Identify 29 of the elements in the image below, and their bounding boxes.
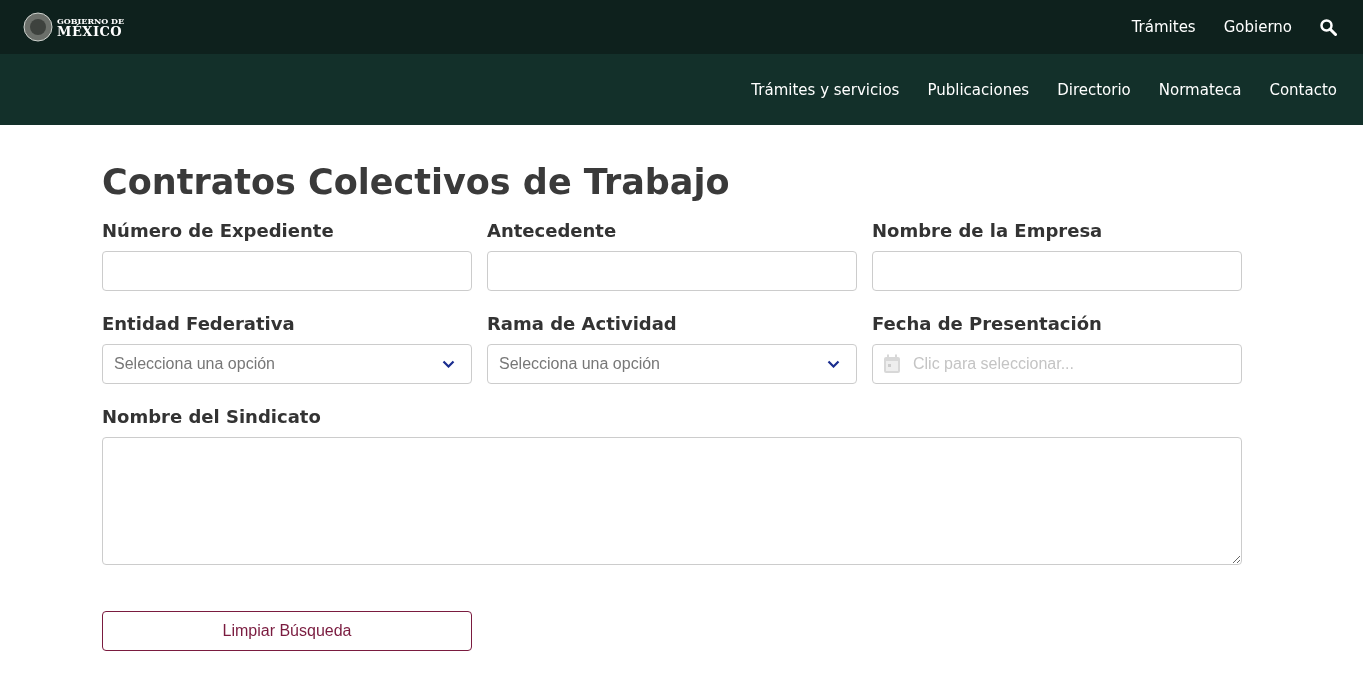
- field-label: Número de Expediente: [102, 220, 335, 241]
- input-field[interactable]: [872, 251, 1242, 291]
- input-field[interactable]: [102, 251, 472, 291]
- nav-link[interactable]: Publicaciones: [927, 80, 1030, 99]
- header-link[interactable]: Trámites: [1131, 18, 1196, 36]
- page-title: Contratos Colectivos de Trabajo: [102, 161, 731, 203]
- field-label: Antecedente: [487, 220, 618, 241]
- chevron-icon: [827, 360, 840, 368]
- dropdown[interactable]: Selecciona una opción: [487, 344, 857, 384]
- search-icon[interactable]: [1320, 18, 1337, 36]
- text-area[interactable]: [102, 437, 1242, 565]
- field-label: Nombre del Sindicato: [102, 406, 322, 427]
- clear-search-button[interactable]: Limpiar Búsqueda: [102, 611, 472, 651]
- input-field[interactable]: [487, 251, 857, 291]
- field-label: Nombre de la Empresa: [872, 220, 1104, 241]
- nav-link[interactable]: Contacto: [1269, 80, 1337, 99]
- header-link[interactable]: Gobierno: [1223, 18, 1292, 36]
- field-label: Fecha de Presentación: [872, 313, 1103, 334]
- chevron-icon: [442, 360, 455, 368]
- logo-text: GOBIERNO DE: [57, 16, 125, 25]
- nav-link[interactable]: Directorio: [1057, 80, 1131, 99]
- logo-text: MÉXICO: [57, 24, 123, 38]
- nav-link[interactable]: Trámites y servicios: [751, 80, 900, 99]
- field-label: Entidad Federativa: [102, 313, 296, 334]
- nav-link[interactable]: Normateca: [1158, 80, 1242, 99]
- calendar-icon: [883, 354, 901, 374]
- field-label: Rama de Actividad: [487, 313, 678, 334]
- dropdown[interactable]: Selecciona una opción: [102, 344, 472, 384]
- emblem-icon: [23, 12, 53, 42]
